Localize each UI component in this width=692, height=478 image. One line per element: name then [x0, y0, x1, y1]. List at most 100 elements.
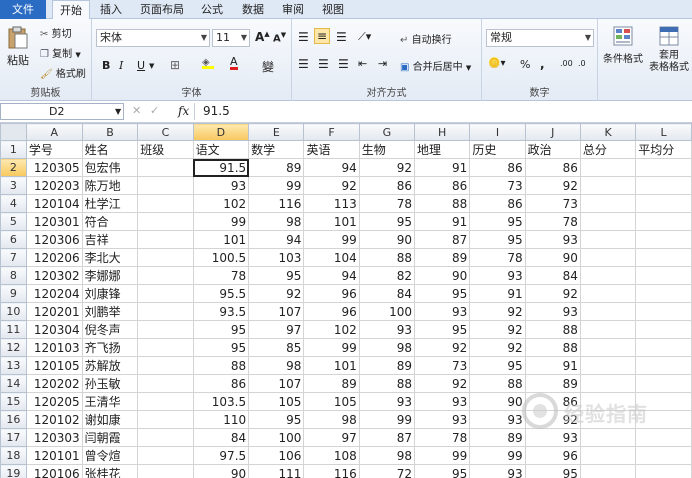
cell-h5[interactable]: 91: [414, 212, 471, 231]
cell-h16[interactable]: 93: [414, 410, 471, 429]
cell-e15[interactable]: 105: [248, 392, 305, 411]
cell-e17[interactable]: 100: [248, 428, 305, 447]
formula-enter-icon[interactable]: ✓: [150, 104, 159, 117]
cell-g5[interactable]: 95: [358, 212, 416, 231]
shrink-font-button[interactable]: A▼: [273, 31, 286, 44]
cell-c9[interactable]: [137, 284, 194, 303]
cell-d14[interactable]: 86: [192, 374, 250, 393]
cell-k7[interactable]: [579, 248, 637, 267]
cell-h11[interactable]: 95: [414, 320, 471, 339]
cell-c5[interactable]: [137, 212, 194, 231]
cell-c10[interactable]: [137, 302, 194, 321]
column-header-l[interactable]: L: [635, 123, 692, 141]
cell-b16[interactable]: 谢如康: [81, 410, 139, 429]
cell-j6[interactable]: 93: [524, 230, 581, 249]
paste-button[interactable]: 粘贴: [4, 25, 32, 68]
cell-j7[interactable]: 90: [524, 248, 581, 267]
cell-f13[interactable]: 101: [303, 356, 360, 375]
orientation-icon[interactable]: ⟋▾: [358, 30, 371, 44]
cell-d9[interactable]: 95.5: [192, 284, 250, 303]
bold-button[interactable]: B: [102, 59, 110, 72]
cell-l4[interactable]: [635, 194, 692, 213]
cell-i4[interactable]: 86: [469, 194, 526, 213]
cell-i10[interactable]: 92: [469, 302, 526, 321]
number-format-select[interactable]: 常规 ▼: [486, 29, 594, 47]
align-left-icon[interactable]: ☰: [298, 57, 309, 71]
cell-k19[interactable]: [579, 464, 637, 478]
column-header-b[interactable]: B: [81, 123, 139, 141]
cell-l9[interactable]: [635, 284, 692, 303]
cell-a2[interactable]: 120305: [25, 158, 83, 177]
cell-h17[interactable]: 78: [414, 428, 471, 447]
column-header-e[interactable]: E: [248, 123, 305, 141]
cell-a14[interactable]: 120202: [25, 374, 83, 393]
column-header-f[interactable]: F: [303, 123, 360, 141]
increase-decimal-icon[interactable]: .00: [560, 59, 573, 68]
grow-font-button[interactable]: A▲: [255, 30, 270, 44]
accounting-format-icon[interactable]: 🪙▾: [488, 58, 505, 69]
align-bottom-icon[interactable]: ☰: [336, 30, 347, 44]
cell-l2[interactable]: [635, 158, 692, 177]
column-header-g[interactable]: G: [358, 123, 416, 141]
column-header-a[interactable]: A: [25, 123, 83, 141]
font-color-button[interactable]: A: [230, 56, 238, 70]
cell-d18[interactable]: 97.5: [192, 446, 250, 465]
cell-c16[interactable]: [137, 410, 194, 429]
cell-a19[interactable]: 120106: [25, 464, 83, 478]
cell-l19[interactable]: [635, 464, 692, 478]
row-header[interactable]: 16: [0, 410, 27, 429]
cell-j14[interactable]: 89: [524, 374, 581, 393]
cell-e5[interactable]: 98: [248, 212, 305, 231]
cell-l1[interactable]: 平均分: [635, 140, 692, 159]
cell-f11[interactable]: 102: [303, 320, 360, 339]
column-header-d[interactable]: D: [192, 123, 250, 141]
cell-b18[interactable]: 曾令煊: [81, 446, 139, 465]
cell-c11[interactable]: [137, 320, 194, 339]
cell-l5[interactable]: [635, 212, 692, 231]
cell-a4[interactable]: 120104: [25, 194, 83, 213]
cell-c7[interactable]: [137, 248, 194, 267]
cell-l10[interactable]: [635, 302, 692, 321]
cell-e18[interactable]: 106: [248, 446, 305, 465]
cell-a13[interactable]: 120105: [25, 356, 83, 375]
cell-d5[interactable]: 99: [192, 212, 250, 231]
cell-c14[interactable]: [137, 374, 194, 393]
cell-k6[interactable]: [579, 230, 637, 249]
cell-b6[interactable]: 吉祥: [81, 230, 139, 249]
cell-h12[interactable]: 92: [414, 338, 471, 357]
cell-h19[interactable]: 95: [414, 464, 471, 478]
cell-a9[interactable]: 120204: [25, 284, 83, 303]
cell-i9[interactable]: 91: [469, 284, 526, 303]
font-name-select[interactable]: 宋体 ▼: [96, 29, 210, 47]
cell-a6[interactable]: 120306: [25, 230, 83, 249]
cell-c12[interactable]: [137, 338, 194, 357]
column-header-h[interactable]: H: [414, 123, 471, 141]
cell-e7[interactable]: 103: [248, 248, 305, 267]
cell-c2[interactable]: [137, 158, 194, 177]
cell-f3[interactable]: 92: [303, 176, 360, 195]
cell-i17[interactable]: 89: [469, 428, 526, 447]
tab-file[interactable]: 文件: [0, 0, 46, 19]
cell-i2[interactable]: 86: [469, 158, 526, 177]
cell-f12[interactable]: 99: [303, 338, 360, 357]
cell-i18[interactable]: 99: [469, 446, 526, 465]
cell-d8[interactable]: 78: [192, 266, 250, 285]
cell-g9[interactable]: 84: [358, 284, 416, 303]
cell-b5[interactable]: 符合: [81, 212, 139, 231]
cell-g13[interactable]: 89: [358, 356, 416, 375]
cell-g15[interactable]: 93: [358, 392, 416, 411]
cell-d16[interactable]: 110: [192, 410, 250, 429]
cell-b7[interactable]: 李北大: [81, 248, 139, 267]
cell-i11[interactable]: 92: [469, 320, 526, 339]
row-header[interactable]: 14: [0, 374, 27, 393]
cell-a3[interactable]: 120203: [25, 176, 83, 195]
cell-a18[interactable]: 120101: [25, 446, 83, 465]
cell-j9[interactable]: 92: [524, 284, 581, 303]
cell-a15[interactable]: 120205: [25, 392, 83, 411]
cell-a17[interactable]: 120303: [25, 428, 83, 447]
row-header[interactable]: 19: [0, 464, 27, 478]
cell-e8[interactable]: 95: [248, 266, 305, 285]
cell-c15[interactable]: [137, 392, 194, 411]
copy-button[interactable]: ❐ 复制 ▼: [40, 45, 81, 60]
cell-k4[interactable]: [579, 194, 637, 213]
